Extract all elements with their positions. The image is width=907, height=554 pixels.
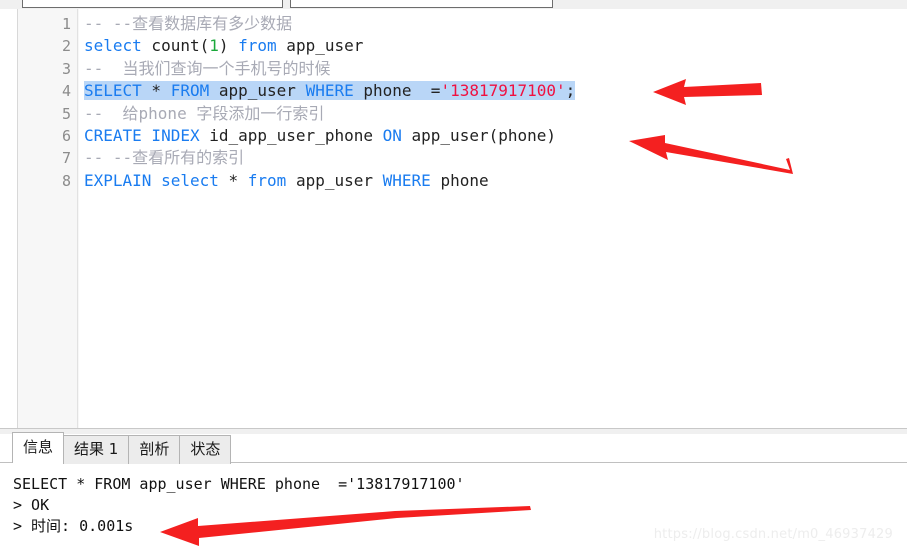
code-line[interactable]: -- 当我们查询一个手机号的时候 [84, 58, 331, 80]
line-number: 7 [61, 149, 71, 168]
token: -- 当我们查询一个手机号的时候 [84, 58, 331, 78]
statement-text[interactable]: -- --查看所有的索引 [84, 148, 244, 167]
token: FROM [170, 81, 210, 101]
line-number: 3 [61, 59, 71, 78]
token: WHERE [382, 170, 431, 190]
results-tab-3[interactable]: 状态 [179, 435, 232, 464]
sql-editor[interactable]: 1 -- --查看数据库有多少数据 2 select count(1) from ap… [0, 9, 907, 428]
statement-text[interactable]: EXPLAIN select * from app_user WHERE pho… [84, 171, 489, 190]
line-number: 2 [61, 37, 71, 56]
statement-text[interactable]: select count(1) from app_user [84, 36, 363, 55]
results-tab-2[interactable]: 剖析 [128, 435, 181, 464]
line-number: 5 [61, 104, 71, 123]
token: CREATE INDEX [84, 126, 200, 145]
token: EXPLAIN [84, 170, 152, 190]
code-line[interactable]: CREATE INDEX id_app_user_phone ON app_us… [84, 125, 556, 147]
statement-text[interactable]: CREATE INDEX id_app_user_phone ON app_us… [84, 126, 556, 145]
console-line: SELECT * FROM app_user WHERE phone ='138… [13, 475, 465, 493]
token: * [218, 170, 248, 190]
token: select [161, 170, 219, 190]
token: ; [565, 81, 576, 101]
token: -- --查看所有的索引 [84, 148, 245, 168]
token: count( [141, 36, 210, 56]
token: ON [382, 126, 402, 145]
line-number: 1 [61, 15, 71, 33]
results-tab-0[interactable]: 信息 [12, 432, 65, 463]
code-line[interactable]: EXPLAIN select * from app_user WHERE pho… [84, 170, 489, 192]
token: * [141, 81, 171, 101]
watermark: https://blog.csdn.net/m0_46937429 [653, 527, 893, 542]
code-line[interactable]: SELECT * FROM app_user WHERE phone ='138… [84, 80, 576, 102]
token: phone [430, 170, 489, 190]
schema-selector-combobox[interactable] [290, 0, 553, 8]
code-line[interactable]: -- --查看所有的索引 [84, 147, 244, 169]
token: -- 给phone 字段添加一行索引 [84, 103, 325, 123]
line-number: 4 [61, 82, 71, 101]
selected-statement[interactable]: SELECT * FROM app_user WHERE phone ='138… [84, 81, 576, 101]
console-line: > OK [13, 496, 50, 514]
token: 1 [209, 36, 219, 56]
line-number: 8 [61, 171, 71, 190]
code-line[interactable]: -- --查看数据库有多少数据 [84, 13, 292, 35]
token: app_user(phone) [401, 126, 557, 145]
token: from [247, 170, 287, 190]
token: from [238, 36, 277, 56]
database-selector-combobox[interactable] [22, 0, 283, 8]
token: SELECT [84, 81, 142, 101]
line-number: 6 [61, 127, 71, 145]
editor-left-margin [0, 9, 18, 428]
statement-text[interactable]: -- 给phone 字段添加一行索引 [84, 104, 324, 123]
token: ) [218, 36, 239, 56]
token: '13817917100' [440, 81, 566, 101]
toolbar-strip [0, 0, 907, 9]
token: app_user [276, 36, 364, 56]
token: select [84, 36, 142, 56]
token: WHERE [305, 81, 354, 101]
results-tab-1[interactable]: 结果 1 [63, 435, 130, 464]
code-line[interactable]: -- 给phone 字段添加一行索引 [84, 103, 324, 125]
results-tabbar: 信息 结果 1 剖析 状态 [12, 432, 232, 464]
token: app_user [286, 170, 383, 190]
token: id_app_user_phone [199, 126, 383, 145]
statement-text[interactable]: -- 当我们查询一个手机号的时候 [84, 59, 331, 78]
token: phone = [353, 81, 441, 101]
token: app_user [209, 81, 306, 101]
statement-text[interactable]: -- --查看数据库有多少数据 [84, 14, 292, 33]
code-line[interactable]: select count(1) from app_user [84, 35, 363, 57]
token: -- --查看数据库有多少数据 [84, 14, 293, 33]
